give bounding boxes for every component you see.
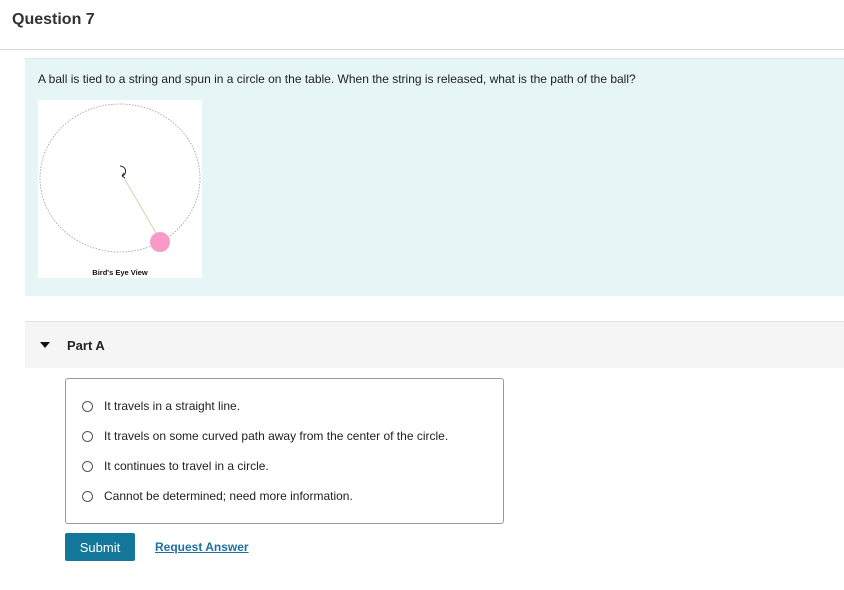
- option-4[interactable]: Cannot be determined; need more informat…: [82, 488, 353, 504]
- submit-button[interactable]: Submit: [65, 533, 135, 561]
- option-1[interactable]: It travels in a straight line.: [82, 398, 240, 414]
- answer-options: It travels in a straight line. It travel…: [65, 378, 504, 524]
- circle-diagram: [39, 103, 201, 253]
- question-panel: A ball is tied to a string and spun in a…: [25, 58, 844, 296]
- ball: [150, 232, 170, 252]
- collapse-caret-icon[interactable]: [40, 342, 50, 348]
- divider: [0, 49, 844, 50]
- string-line: [123, 177, 160, 239]
- option-2[interactable]: It travels on some curved path away from…: [82, 428, 448, 444]
- part-a-header[interactable]: Part A: [25, 321, 844, 368]
- radio-button[interactable]: [82, 490, 93, 502]
- circular-path: [39, 103, 201, 253]
- question-title: Question 7: [12, 11, 95, 28]
- part-label: Part A: [67, 338, 105, 353]
- option-text: Cannot be determined; need more informat…: [104, 489, 353, 503]
- option-3[interactable]: It continues to travel in a circle.: [82, 458, 269, 474]
- option-text: It continues to travel in a circle.: [104, 459, 269, 473]
- radio-button[interactable]: [82, 460, 93, 472]
- radio-button[interactable]: [82, 430, 93, 442]
- option-text: It travels on some curved path away from…: [104, 429, 449, 443]
- question-prompt: A ball is tied to a string and spun in a…: [38, 72, 636, 86]
- radio-button[interactable]: [82, 400, 93, 412]
- request-answer-link[interactable]: Request Answer: [155, 540, 249, 554]
- figure-caption: Bird's Eye View: [92, 268, 148, 277]
- birds-eye-figure: Bird's Eye View: [38, 100, 202, 278]
- option-text: It travels in a straight line.: [104, 399, 241, 413]
